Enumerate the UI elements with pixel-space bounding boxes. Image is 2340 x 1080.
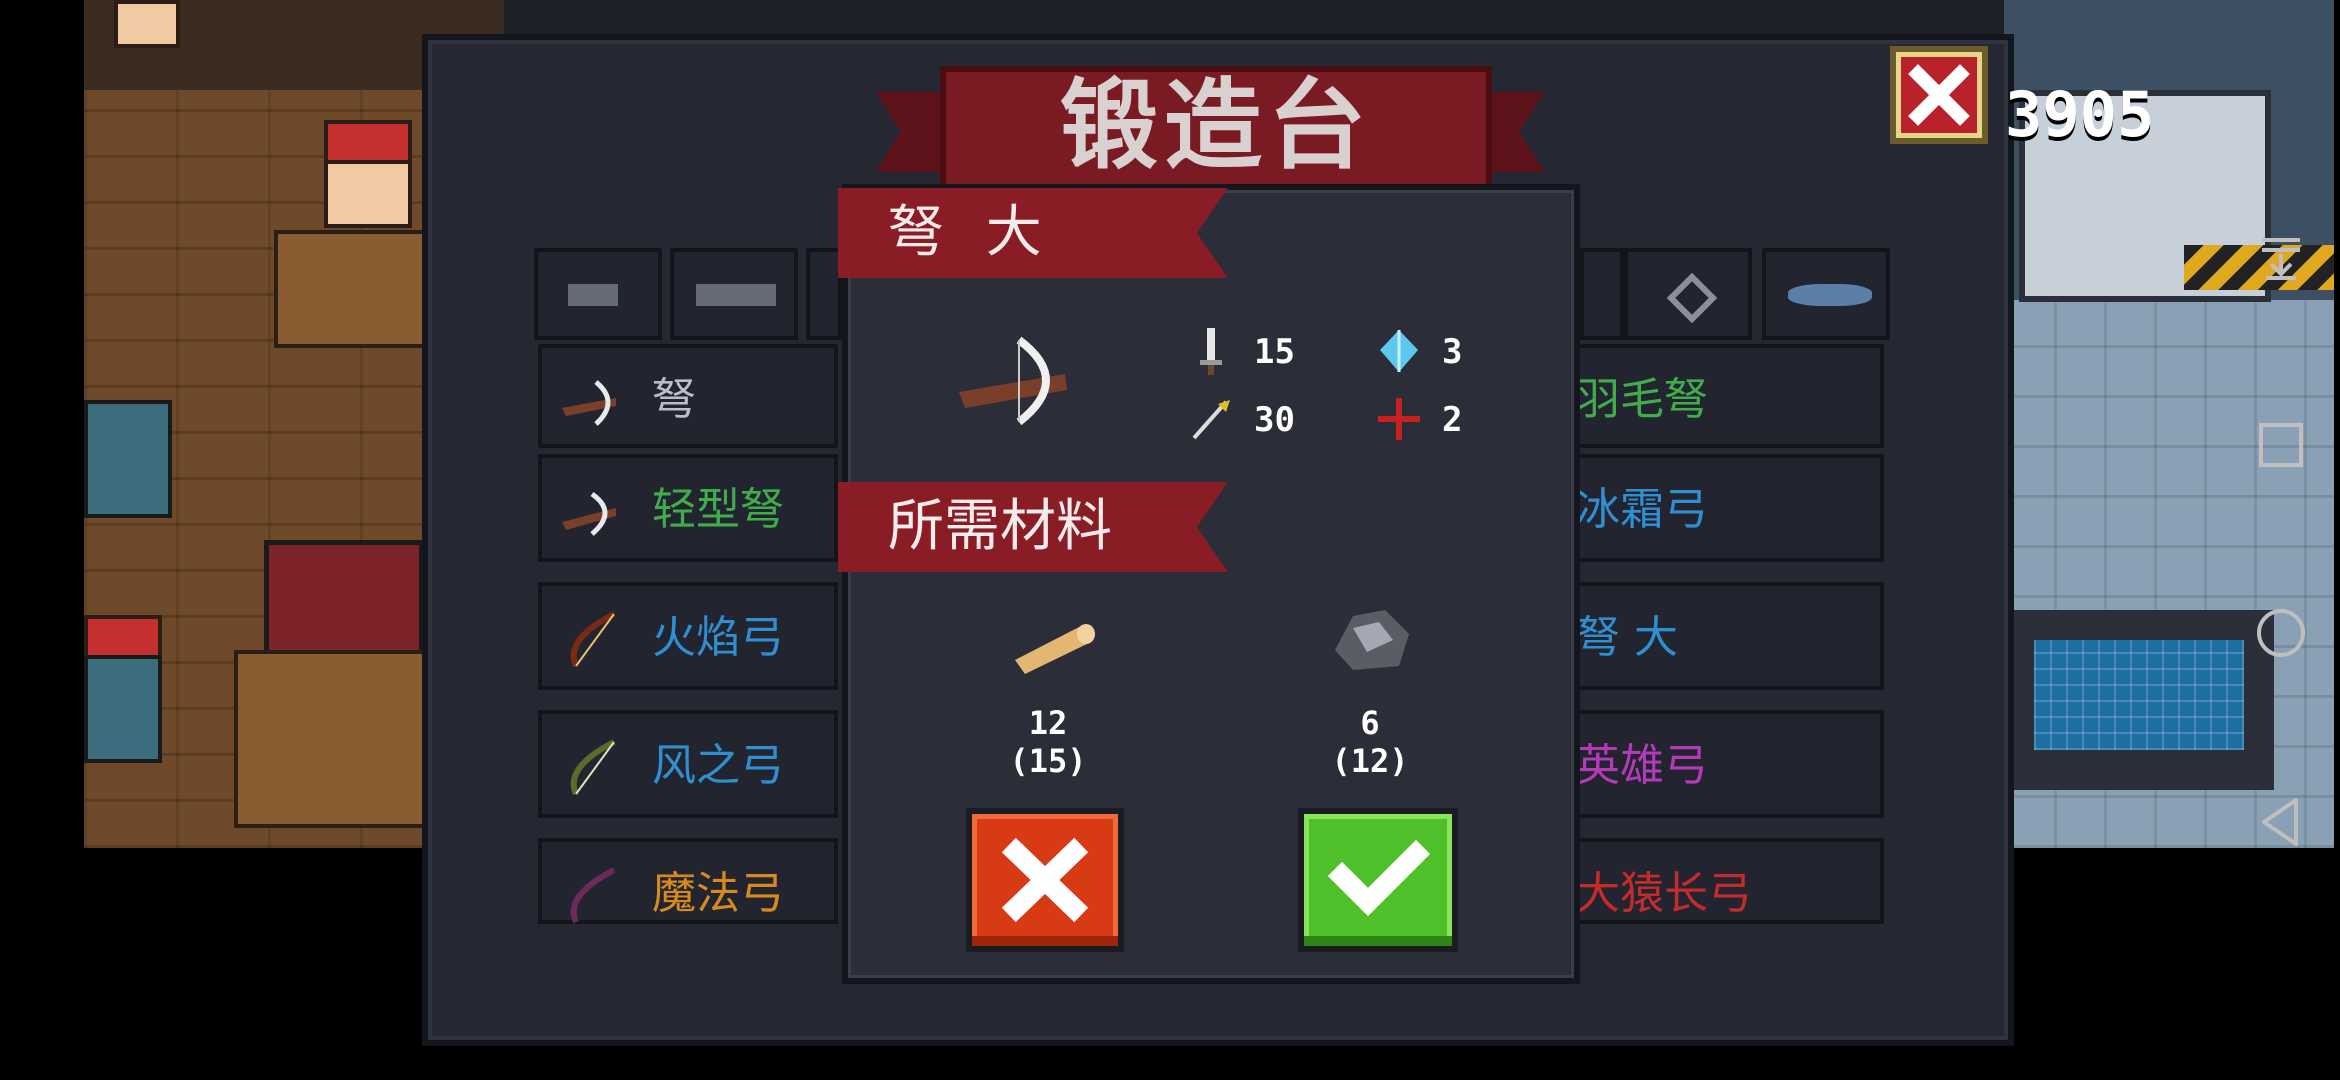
back-icon[interactable] (2256, 794, 2306, 850)
sword-icon (1200, 328, 1222, 375)
tab-rifle[interactable] (670, 248, 798, 340)
tab-crosshair[interactable] (1624, 248, 1752, 340)
light-crossbow-icon (562, 491, 616, 536)
checkmark-icon (1327, 839, 1431, 917)
fish-icon (1788, 284, 1872, 306)
material-1-need: (15) (1009, 742, 1087, 780)
magic-bow-icon (570, 867, 616, 924)
pistol-icon (568, 284, 618, 306)
material-1-count: 12 (15) (988, 704, 1108, 780)
crosshair-icon (1378, 398, 1420, 440)
weapon-row-light-crossbow[interactable]: 轻型弩 (538, 454, 838, 562)
weapon-row-wind-bow[interactable]: 风之弓 (538, 710, 838, 818)
crossbow-icon (562, 380, 616, 426)
energy-crystal-icon (1380, 330, 1418, 372)
weapon-name: 弩 (652, 374, 696, 425)
confirm-button[interactable] (1298, 808, 1458, 952)
npc-purple-hat (84, 400, 172, 518)
forge-confirm-dialog (842, 184, 1580, 984)
flame-bow-icon (570, 611, 616, 668)
feather-arrow-icon (1192, 400, 1230, 440)
tab-shotgun[interactable] (806, 248, 842, 340)
weapon-name: 火焰弓 (652, 612, 784, 663)
stat-accuracy: 2 (1378, 394, 1508, 444)
weapon-title: 弩 大 (888, 200, 1054, 265)
weapon-name: 羽毛弩 (1576, 374, 1708, 425)
notification-pulldown-icon[interactable] (2256, 232, 2306, 282)
big-crossbow-icon (959, 336, 1067, 426)
close-icon (1908, 64, 1970, 126)
tab-pistol[interactable] (534, 248, 662, 340)
close-button[interactable] (1890, 46, 1988, 144)
stat-crit: 30 (1190, 394, 1320, 444)
wind-bow-icon (570, 739, 616, 796)
weapon-row-magic-bow[interactable]: 魔法弓 (538, 838, 838, 924)
materials-header: 所需材料 (888, 494, 1112, 559)
npc-santa-face (324, 160, 412, 228)
weapon-name: 弩 大 (1576, 612, 1678, 663)
tab-fish[interactable] (1762, 248, 1890, 340)
stat-damage: 15 (1190, 326, 1320, 376)
home-icon[interactable] (2253, 605, 2309, 661)
close-icon (1001, 837, 1089, 923)
materials-ribbon: 所需材料 (838, 482, 1228, 572)
cancel-button[interactable] (966, 808, 1124, 952)
wood-log-icon (1015, 624, 1095, 674)
blueprint-screen (2034, 640, 2244, 750)
weapon-name: 冰霜弓 (1576, 484, 1708, 535)
recent-apps-icon[interactable] (2256, 420, 2306, 470)
material-2-have: 6 (1360, 704, 1380, 742)
material-2-count: 6 (12) (1310, 704, 1430, 780)
material-2-need: (12) (1331, 742, 1409, 780)
weapon-name: 风之弓 (652, 740, 784, 791)
weapon-name-ribbon: 弩 大 (838, 188, 1228, 278)
forge-title: 锻造台 (1059, 69, 1372, 183)
weapon-row-crossbow[interactable]: 弩 (538, 344, 838, 448)
material-1-have: 12 (1028, 704, 1068, 742)
crosshair-icon (1667, 273, 1717, 323)
weapon-row-frost-bow[interactable]: 冰霜弓 (1576, 454, 1884, 562)
tab-bow[interactable] (1580, 248, 1624, 340)
npc-knight (84, 655, 162, 763)
weapon-name: 轻型弩 (652, 484, 784, 535)
rifle-icon (696, 284, 776, 306)
weapon-name: 大猿长弓 (1576, 868, 1752, 919)
stat-energy: 3 (1378, 326, 1508, 376)
weapon-name: 英雄弓 (1576, 740, 1708, 791)
npc-head-top (114, 0, 180, 48)
weapon-row-feather-crossbow[interactable]: 羽毛弩 (1576, 344, 1884, 448)
weapon-row-flame-bow[interactable]: 火焰弓 (538, 582, 838, 690)
coin-count: 3905 (2005, 78, 2155, 151)
weapon-row-ape-longbow[interactable]: 大猿长弓 (1576, 838, 1884, 924)
weapon-row-hero-bow[interactable]: 英雄弓 (1576, 710, 1884, 818)
weapon-name: 魔法弓 (652, 868, 784, 919)
iron-ore-icon (1335, 610, 1409, 670)
weapon-row-big-crossbow[interactable]: 弩 大 (1576, 582, 1884, 690)
